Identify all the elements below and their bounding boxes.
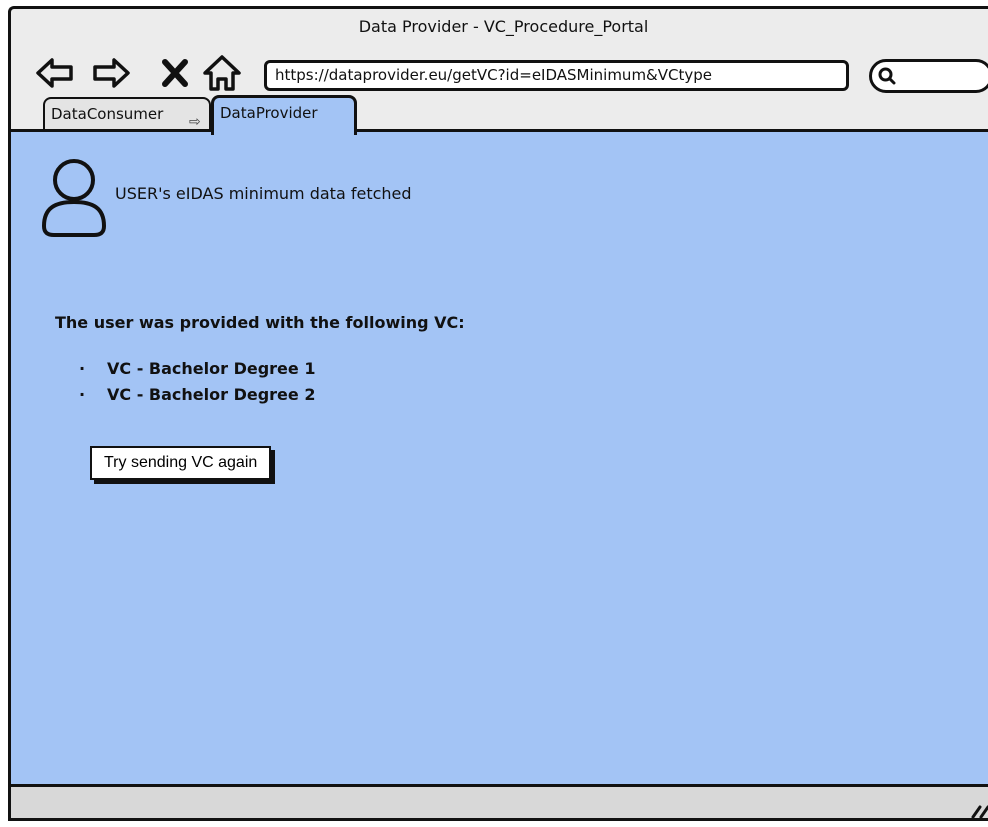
tab-dataconsumer[interactable]: DataConsumer — [43, 97, 211, 131]
user-status-message: USER's eIDAS minimum data fetched — [115, 184, 412, 203]
back-arrow-icon[interactable] — [35, 53, 75, 93]
search-icon — [878, 67, 896, 85]
browser-window: Data Provider - VC_Procedure_Portal http… — [8, 6, 988, 821]
resize-grip-icon[interactable] — [970, 799, 988, 818]
forward-arrow-icon[interactable] — [91, 53, 131, 93]
tab-switch-arrow-icon: ⇨ — [189, 114, 201, 130]
vc-list-heading: The user was provided with the following… — [55, 313, 465, 332]
tab-dataprovider[interactable]: DataProvider — [211, 95, 357, 135]
status-bar — [11, 787, 988, 818]
bullet-icon: · — [79, 385, 86, 404]
tab-bar-divider — [11, 129, 988, 132]
vc-list-item: · VC - Bachelor Degree 1 — [79, 356, 315, 382]
search-input[interactable] — [869, 59, 988, 93]
window-title: Data Provider - VC_Procedure_Portal — [358, 17, 649, 36]
tab-label: DataConsumer — [51, 105, 164, 123]
tab-label: DataProvider — [220, 104, 318, 122]
user-avatar-icon — [39, 156, 109, 238]
vc-list: · VC - Bachelor Degree 1 · VC - Bachelor… — [79, 356, 315, 408]
vc-list-item: · VC - Bachelor Degree 2 — [79, 382, 315, 408]
page-content: USER's eIDAS minimum data fetched The us… — [11, 132, 988, 787]
url-bar[interactable]: https://dataprovider.eu/getVC?id=eIDASMi… — [264, 60, 849, 91]
vc-item-label: VC - Bachelor Degree 1 — [107, 359, 316, 378]
vc-item-label: VC - Bachelor Degree 2 — [107, 385, 316, 404]
close-icon[interactable] — [159, 53, 191, 93]
try-sending-vc-again-button[interactable]: Try sending VC again — [90, 446, 272, 480]
home-icon[interactable] — [201, 53, 243, 93]
bullet-icon: · — [79, 359, 86, 378]
